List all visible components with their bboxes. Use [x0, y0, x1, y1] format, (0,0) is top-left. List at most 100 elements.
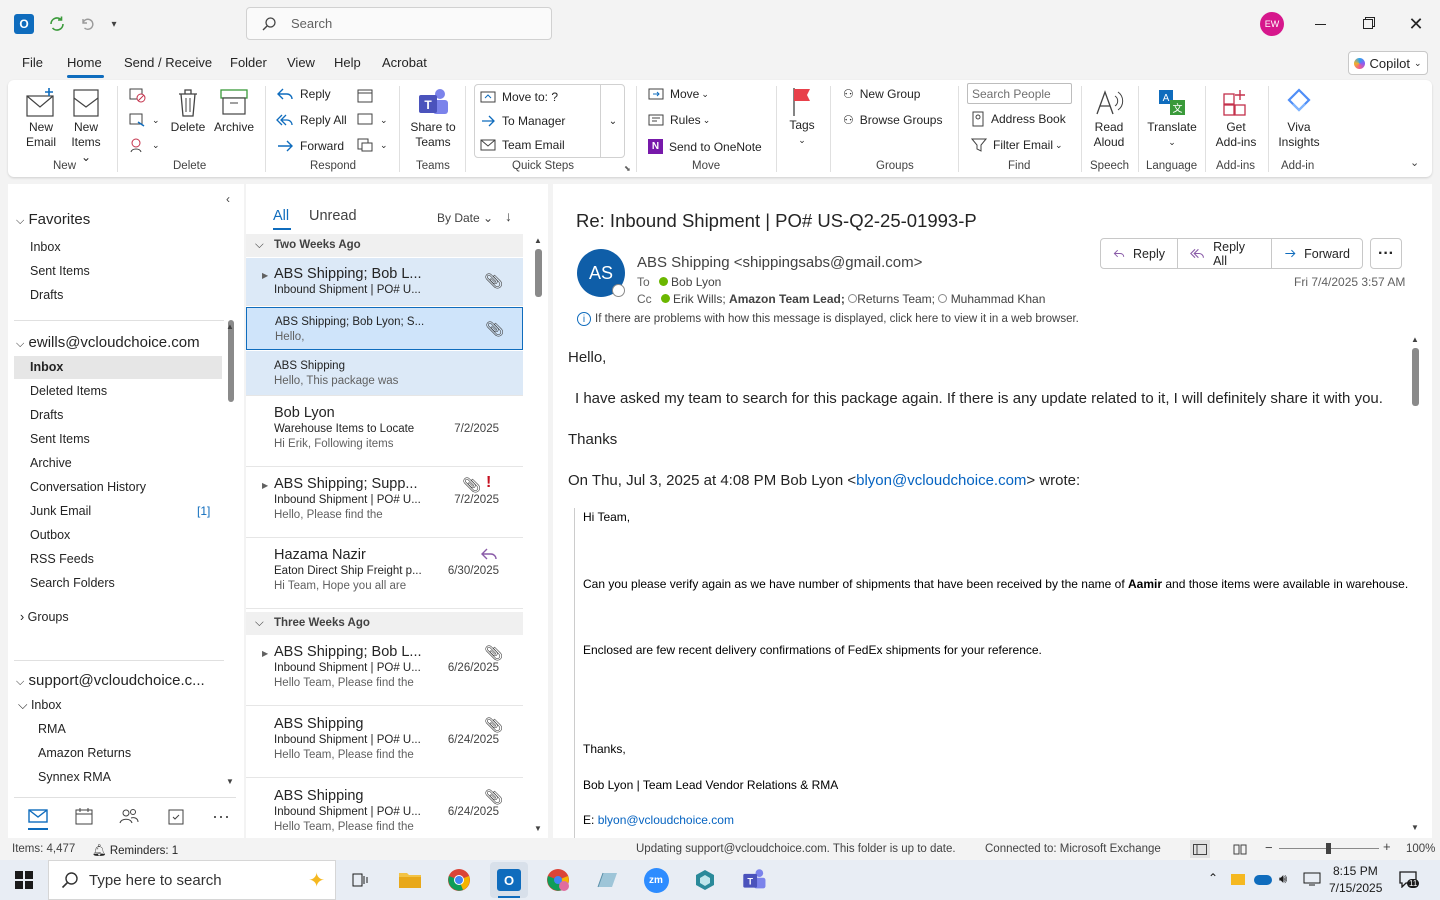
- folder-synnex-rma[interactable]: Synnex RMA: [38, 770, 111, 784]
- mail-tray-icon[interactable]: [1231, 874, 1245, 885]
- zoom-slider-thumb[interactable]: [1326, 843, 1331, 854]
- more-actions-button[interactable]: ···: [1370, 238, 1402, 269]
- filter-email-button[interactable]: Filter Email ⌄: [971, 137, 1063, 153]
- zoom-app-icon[interactable]: zm: [642, 867, 670, 893]
- quote-header-email-link[interactable]: blyon@vcloudchoice.com: [856, 472, 1026, 489]
- account-support-header[interactable]: ⌵ support@vcloudchoice.c...: [16, 672, 205, 689]
- tray-overflow-icon[interactable]: ⌃: [1208, 871, 1218, 885]
- chrome-profile-icon[interactable]: [544, 867, 572, 893]
- message-list-scroll-up[interactable]: ▲: [534, 236, 542, 245]
- folder-drafts[interactable]: Drafts: [30, 408, 63, 422]
- favorites-header[interactable]: ⌵ Favorites: [16, 211, 90, 228]
- task-view-icon[interactable]: [346, 867, 374, 893]
- send-to-onenote-button[interactable]: N Send to OneNote: [648, 139, 762, 154]
- tab-help[interactable]: Help: [334, 55, 361, 70]
- ignore-button[interactable]: [128, 87, 146, 103]
- remote-desktop-icon[interactable]: [593, 867, 621, 893]
- tab-view[interactable]: View: [287, 55, 315, 70]
- outlook-taskbar-icon[interactable]: O: [495, 867, 523, 893]
- address-book-button[interactable]: Address Book: [971, 111, 1066, 127]
- sort-direction-icon[interactable]: ↓: [505, 208, 512, 224]
- status-reminders[interactable]: 🔔︎ Reminders: 1: [92, 843, 178, 857]
- list-item[interactable]: ▶ ABS Shipping; Supp... Inbound Shipment…: [246, 468, 523, 538]
- list-item[interactable]: ABS Shipping Hello, This package was: [246, 351, 523, 396]
- customize-toolbar-icon[interactable]: ▾: [106, 15, 122, 33]
- zoom-out-button[interactable]: −: [1265, 840, 1273, 855]
- folder-deleted-items[interactable]: Deleted Items: [30, 384, 107, 398]
- taskbar-date[interactable]: 7/15/2025: [1329, 881, 1382, 895]
- translate-button[interactable]: A文 Translate ⌄: [1146, 86, 1198, 150]
- message-list-scroll-down[interactable]: ▼: [534, 824, 542, 833]
- tab-send-receive[interactable]: Send / Receive: [124, 55, 212, 70]
- restore-icon[interactable]: [1354, 14, 1382, 34]
- meeting-reply-button[interactable]: [356, 87, 374, 103]
- message-list-scrollbar[interactable]: [535, 249, 542, 297]
- list-item[interactable]: ABS Shipping; Bob Lyon; S... Hello, 📎︎: [246, 307, 523, 350]
- edge-app-icon[interactable]: [691, 867, 719, 893]
- search-people-input[interactable]: Search People: [967, 83, 1072, 104]
- zoom-in-button[interactable]: +: [1383, 839, 1391, 854]
- cleanup-button[interactable]: ⌄: [128, 112, 160, 128]
- quick-step-to-manager[interactable]: To Manager: [480, 114, 565, 128]
- group-two-weeks-ago[interactable]: ⌵ Two Weeks Ago: [246, 234, 523, 257]
- taskbar-search[interactable]: Type here to search ✦: [48, 860, 336, 900]
- sender-name[interactable]: ABS Shipping <shippingsabs@gmail.com>: [637, 254, 922, 271]
- quick-steps-scroll[interactable]: ⌄: [600, 84, 625, 158]
- reading-scroll-down[interactable]: ▼: [1411, 823, 1419, 832]
- reading-reply-all-button[interactable]: Reply All: [1178, 238, 1272, 269]
- support-inbox[interactable]: ⌵ Inbox: [18, 698, 62, 713]
- quick-step-move-to[interactable]: Move to: ?: [480, 90, 558, 104]
- tab-file[interactable]: File: [22, 55, 43, 70]
- undo-icon[interactable]: [76, 13, 98, 35]
- teams-taskbar-icon[interactable]: T: [740, 867, 768, 893]
- folder-sent-items[interactable]: Sent Items: [30, 432, 90, 446]
- folder-outbox[interactable]: Outbox: [30, 528, 70, 542]
- cc-amazon-team-lead[interactable]: Amazon Team Lead;: [729, 292, 845, 306]
- notifications-icon[interactable]: 11: [1398, 870, 1420, 889]
- im-reply-button[interactable]: ⌄: [356, 112, 388, 128]
- share-to-teams-button[interactable]: T Share to Teams: [408, 86, 458, 150]
- tab-folder[interactable]: Folder: [230, 55, 267, 70]
- list-item[interactable]: Bob Lyon Warehouse Items to Locate Hi Er…: [246, 397, 523, 467]
- onedrive-icon[interactable]: [1254, 875, 1272, 885]
- user-avatar[interactable]: EW: [1260, 12, 1284, 36]
- more-respond-button[interactable]: ⌄: [356, 137, 388, 153]
- new-items-button[interactable]: New Items ⌄: [68, 86, 104, 165]
- close-icon[interactable]: ✕: [1402, 12, 1430, 36]
- list-item[interactable]: ABS Shipping Inbound Shipment | PO# U...…: [246, 708, 523, 778]
- quote-email-link[interactable]: blyon@vcloudchoice.com: [598, 813, 734, 827]
- reply-button[interactable]: Reply: [276, 87, 331, 101]
- minimize-icon[interactable]: [1306, 14, 1334, 34]
- tab-acrobat[interactable]: Acrobat: [382, 55, 427, 70]
- collapse-pane-icon[interactable]: ‹: [226, 192, 230, 206]
- list-item[interactable]: ▶ ABS Shipping; Bob L... Inbound Shipmen…: [246, 258, 523, 306]
- viva-insights-button[interactable]: Viva Insights: [1274, 86, 1324, 150]
- delete-button[interactable]: Delete: [168, 86, 208, 135]
- read-aloud-button[interactable]: Read Aloud: [1090, 86, 1128, 150]
- tasks-nav-icon[interactable]: [162, 804, 190, 828]
- folder-rss-feeds[interactable]: RSS Feeds: [30, 552, 94, 566]
- list-item[interactable]: Hazama Nazir Eaton Direct Ship Freight p…: [246, 539, 523, 609]
- filter-unread[interactable]: Unread: [309, 208, 357, 224]
- cc-erik-wills[interactable]: Erik Wills;: [673, 292, 726, 306]
- folder-junk-email[interactable]: Junk Email: [30, 504, 91, 518]
- reading-forward-button[interactable]: Forward: [1272, 238, 1362, 269]
- network-icon[interactable]: [1302, 871, 1322, 887]
- folder-rma[interactable]: RMA: [38, 722, 66, 736]
- folder-inbox[interactable]: Inbox: [30, 360, 63, 374]
- folder-archive[interactable]: Archive: [30, 456, 72, 470]
- normal-view-icon[interactable]: [1190, 840, 1210, 858]
- reply-all-button[interactable]: Reply All: [276, 113, 347, 127]
- start-button[interactable]: [15, 871, 33, 889]
- account-ewills-header[interactable]: ⌵ ewills@vcloudchoice.com: [16, 334, 200, 351]
- fav-drafts[interactable]: Drafts: [30, 288, 63, 302]
- reading-view-icon[interactable]: [1230, 840, 1250, 858]
- rules-button[interactable]: Rules ⌄: [648, 113, 710, 127]
- search-box[interactable]: Search: [246, 7, 552, 40]
- get-addins-button[interactable]: Get Add-ins: [1212, 86, 1260, 150]
- browse-groups-button[interactable]: ⚇ Browse Groups: [843, 113, 942, 127]
- more-apps-icon[interactable]: ···: [207, 804, 235, 828]
- reading-scrollbar[interactable]: [1412, 348, 1419, 406]
- reading-scroll-up[interactable]: ▲: [1411, 335, 1419, 344]
- folder-conversation-history[interactable]: Conversation History: [30, 480, 146, 494]
